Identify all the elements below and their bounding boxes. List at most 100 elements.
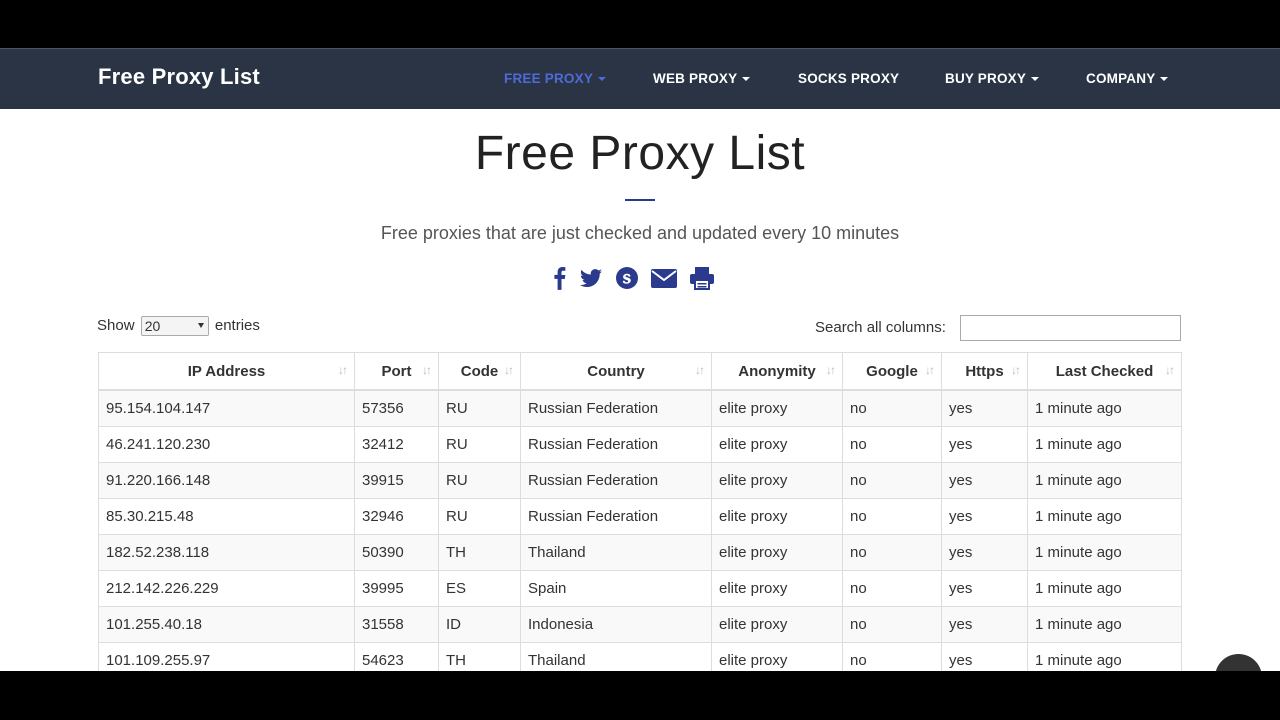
table-cell: no: [842, 426, 942, 463]
table-cell: RU: [438, 498, 521, 535]
column-header-code[interactable]: Code ↓↑: [438, 352, 521, 391]
proxy-table: IP Address ↓↑ Port ↓↑ Code ↓↑ Country ↓↑ Ano…: [98, 352, 1182, 671]
table-cell: 1 minute ago: [1027, 570, 1182, 607]
table-cell: yes: [941, 426, 1028, 463]
caret-down-icon: [1031, 77, 1040, 82]
table-cell: no: [842, 389, 942, 427]
table-cell: ES: [438, 570, 521, 607]
table-row: 212.142.226.229 39995 ES Spain elite proxy no…: [98, 570, 1182, 607]
table-cell: Russian Federation: [520, 389, 712, 427]
nav-menu: FREE PROXY WEB PROXY SOCKS PROXY BUY PRO…: [0, 71, 1280, 91]
table-cell: Thailand: [520, 642, 712, 671]
nav-item-web-proxy[interactable]: WEB PROXY: [653, 71, 751, 86]
back-to-top-button[interactable]: [1215, 654, 1262, 671]
caret-down-icon: [598, 77, 607, 82]
table-cell: yes: [941, 462, 1028, 499]
caret-down-icon: [1160, 77, 1169, 82]
table-row: 182.52.238.118 50390 TH Thailand elite proxy…: [98, 534, 1182, 571]
table-cell: Indonesia: [520, 606, 712, 643]
table-cell: 1 minute ago: [1027, 534, 1182, 571]
table-cell: 95.154.104.147: [98, 389, 355, 427]
skype-icon[interactable]: [613, 264, 641, 292]
nav-item-free-proxy[interactable]: FREE PROXY: [504, 71, 607, 86]
table-cell: RU: [438, 462, 521, 499]
print-icon[interactable]: [688, 264, 716, 292]
column-header-anonymity[interactable]: Anonymity ↓↑: [711, 352, 843, 391]
table-row: 91.220.166.148 39915 RU Russian Federation e…: [98, 462, 1182, 499]
nav-item-socks-proxy[interactable]: SOCKS PROXY: [798, 71, 899, 86]
table-row: 101.255.40.18 31558 ID Indonesia elite proxy…: [98, 606, 1182, 643]
sort-icon: ↓↑: [1165, 363, 1175, 377]
table-row: 85.30.215.48 32946 RU Russian Federation eli…: [98, 498, 1182, 535]
facebook-icon[interactable]: [546, 264, 574, 292]
table-cell: 1 minute ago: [1027, 462, 1182, 499]
nav-item-company[interactable]: COMPANY: [1086, 71, 1169, 86]
table-row: 95.154.104.147 57356 RU Russian Federation e…: [98, 389, 1182, 427]
show-label: Show: [97, 316, 135, 334]
entries-select[interactable]: 20: [140, 316, 209, 336]
table-cell: no: [842, 570, 942, 607]
column-header-last-checked[interactable]: Last Checked ↓↑: [1027, 352, 1182, 391]
sort-icon: ↓↑: [338, 363, 348, 377]
table-cell: elite proxy: [711, 462, 843, 499]
table-cell: 50390: [354, 534, 439, 571]
search-input[interactable]: [960, 315, 1181, 341]
table-cell: yes: [941, 534, 1028, 571]
dropdown-arrow-icon: [197, 323, 204, 328]
table-cell: 54623: [354, 642, 439, 671]
table-cell: 85.30.215.48: [98, 498, 355, 535]
table-cell: no: [842, 534, 942, 571]
twitter-icon[interactable]: [577, 264, 605, 292]
table-cell: 46.241.120.230: [98, 426, 355, 463]
table-cell: 1 minute ago: [1027, 389, 1182, 427]
sort-icon: ↓↑: [422, 363, 432, 377]
column-header-ip[interactable]: IP Address ↓↑: [98, 352, 355, 391]
table-cell: 91.220.166.148: [98, 462, 355, 499]
sort-icon: ↓↑: [1011, 363, 1021, 377]
page-title: Free Proxy List: [474, 127, 806, 180]
table-cell: elite proxy: [711, 389, 843, 427]
column-header-google[interactable]: Google ↓↑: [842, 352, 942, 391]
table-cell: yes: [941, 498, 1028, 535]
table-cell: 32412: [354, 426, 439, 463]
column-header-https[interactable]: Https ↓↑: [941, 352, 1028, 391]
sort-icon: ↓↑: [826, 363, 836, 377]
table-cell: ID: [438, 606, 521, 643]
table-row: 46.241.120.230 32412 RU Russian Federation e…: [98, 426, 1182, 463]
table-cell: TH: [438, 642, 521, 671]
table-cell: elite proxy: [711, 534, 843, 571]
table-cell: 1 minute ago: [1027, 642, 1182, 671]
table-cell: no: [842, 462, 942, 499]
table-cell: 57356: [354, 389, 439, 427]
table-cell: elite proxy: [711, 642, 843, 671]
column-header-country[interactable]: Country ↓↑: [520, 352, 712, 391]
table-row: 101.109.255.97 54623 TH Thailand elite proxy…: [98, 642, 1182, 671]
top-navbar: Free Proxy List FREE PROXY WEB PROXY SOC…: [0, 48, 1280, 109]
table-cell: elite proxy: [711, 606, 843, 643]
table-cell: yes: [941, 642, 1028, 671]
table-cell: 101.255.40.18: [98, 606, 355, 643]
title-divider: [625, 199, 655, 201]
column-header-port[interactable]: Port ↓↑: [354, 352, 439, 391]
table-cell: 182.52.238.118: [98, 534, 355, 571]
table-cell: Thailand: [520, 534, 712, 571]
table-cell: Russian Federation: [520, 462, 712, 499]
sort-icon: ↓↑: [504, 363, 514, 377]
table-cell: no: [842, 606, 942, 643]
nav-item-buy-proxy[interactable]: BUY PROXY: [945, 71, 1040, 86]
table-cell: Russian Federation: [520, 498, 712, 535]
table-cell: 1 minute ago: [1027, 426, 1182, 463]
table-cell: elite proxy: [711, 426, 843, 463]
caret-down-icon: [742, 77, 751, 82]
chevron-up-icon: [1227, 666, 1250, 671]
table-header-row: IP Address ↓↑ Port ↓↑ Code ↓↑ Country ↓↑ Ano…: [98, 352, 1182, 391]
email-icon[interactable]: [649, 264, 679, 292]
table-cell: yes: [941, 606, 1028, 643]
search-label: Search all columns:: [815, 319, 946, 336]
table-cell: 39915: [354, 462, 439, 499]
table-cell: RU: [438, 389, 521, 427]
table-cell: 212.142.226.229: [98, 570, 355, 607]
table-cell: no: [842, 498, 942, 535]
entries-label: entries: [214, 316, 260, 334]
page: Free Proxy List FREE PROXY WEB PROXY SOC…: [0, 48, 1280, 671]
